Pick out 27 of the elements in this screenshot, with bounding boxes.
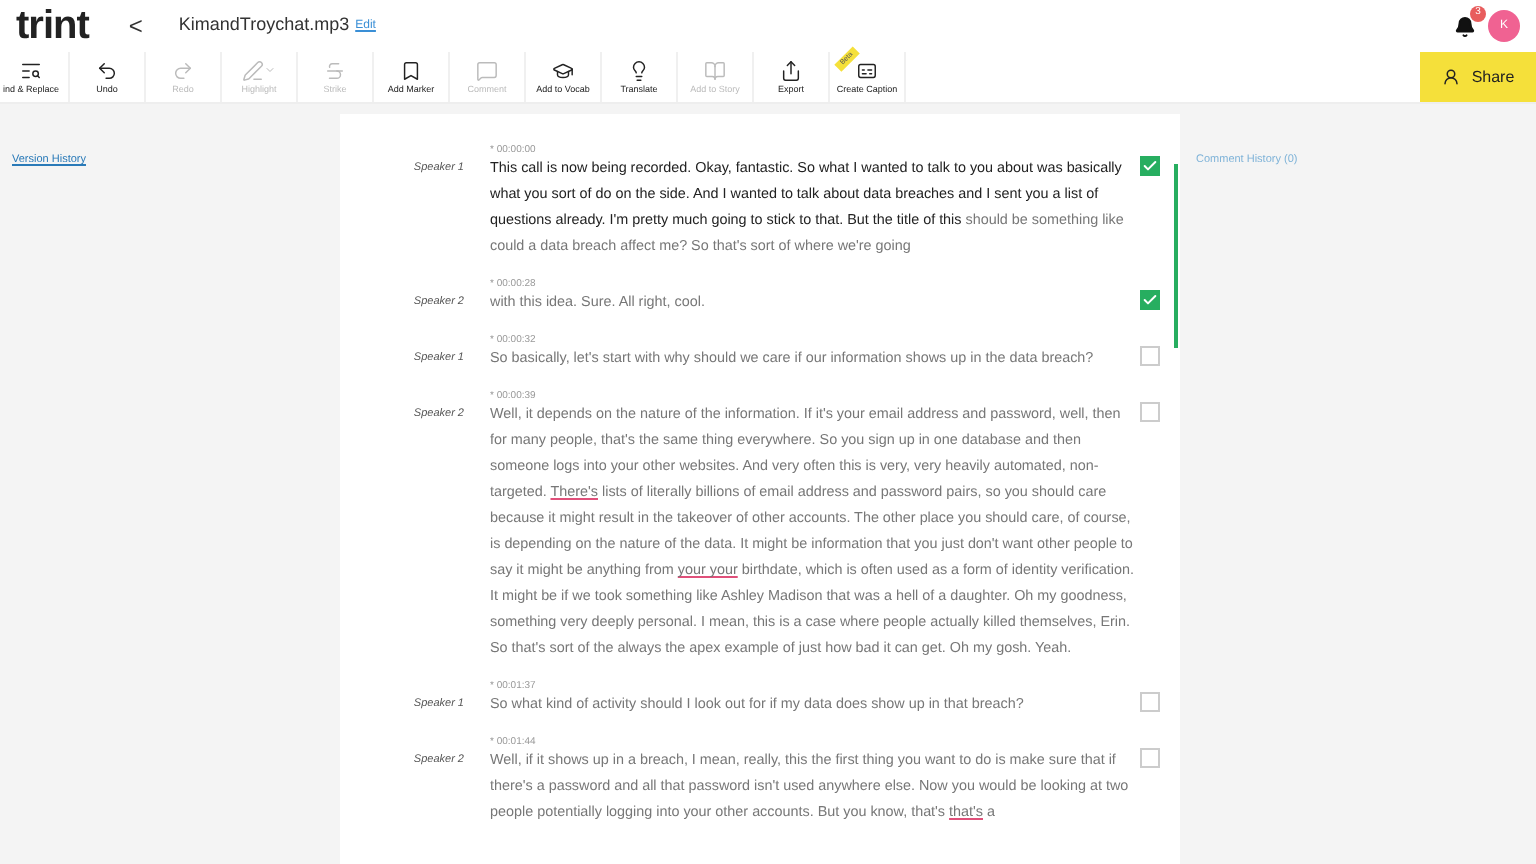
comment-icon [476,59,498,82]
bookmark-icon [400,59,422,82]
file-name: KimandTroychat.mp3 [178,12,350,39]
notification-bell-icon[interactable] [1454,15,1476,37]
checkbox[interactable] [1140,290,1160,310]
lightbulb-icon [628,59,650,82]
strikethrough-icon [324,59,346,82]
back-button[interactable]: < [128,8,143,44]
checkbox[interactable] [1140,346,1160,366]
check-icon [1142,158,1158,174]
checkbox[interactable] [1140,402,1160,422]
logo: trint [16,6,89,46]
pen-icon [242,59,264,82]
graduation-cap-icon [552,59,574,82]
share-button[interactable]: Share [1420,52,1536,102]
check-icon [1142,292,1158,308]
undo-icon [96,59,118,82]
user-icon [1441,68,1460,86]
book-icon [704,59,726,82]
checkbox[interactable] [1140,748,1160,768]
export-icon [780,59,802,82]
redo-icon [172,59,194,82]
caret-icon [264,64,276,77]
checkbox[interactable] [1140,692,1160,712]
captions-icon [856,59,878,82]
find-replace-icon [20,59,42,82]
checkbox[interactable] [1140,156,1160,176]
